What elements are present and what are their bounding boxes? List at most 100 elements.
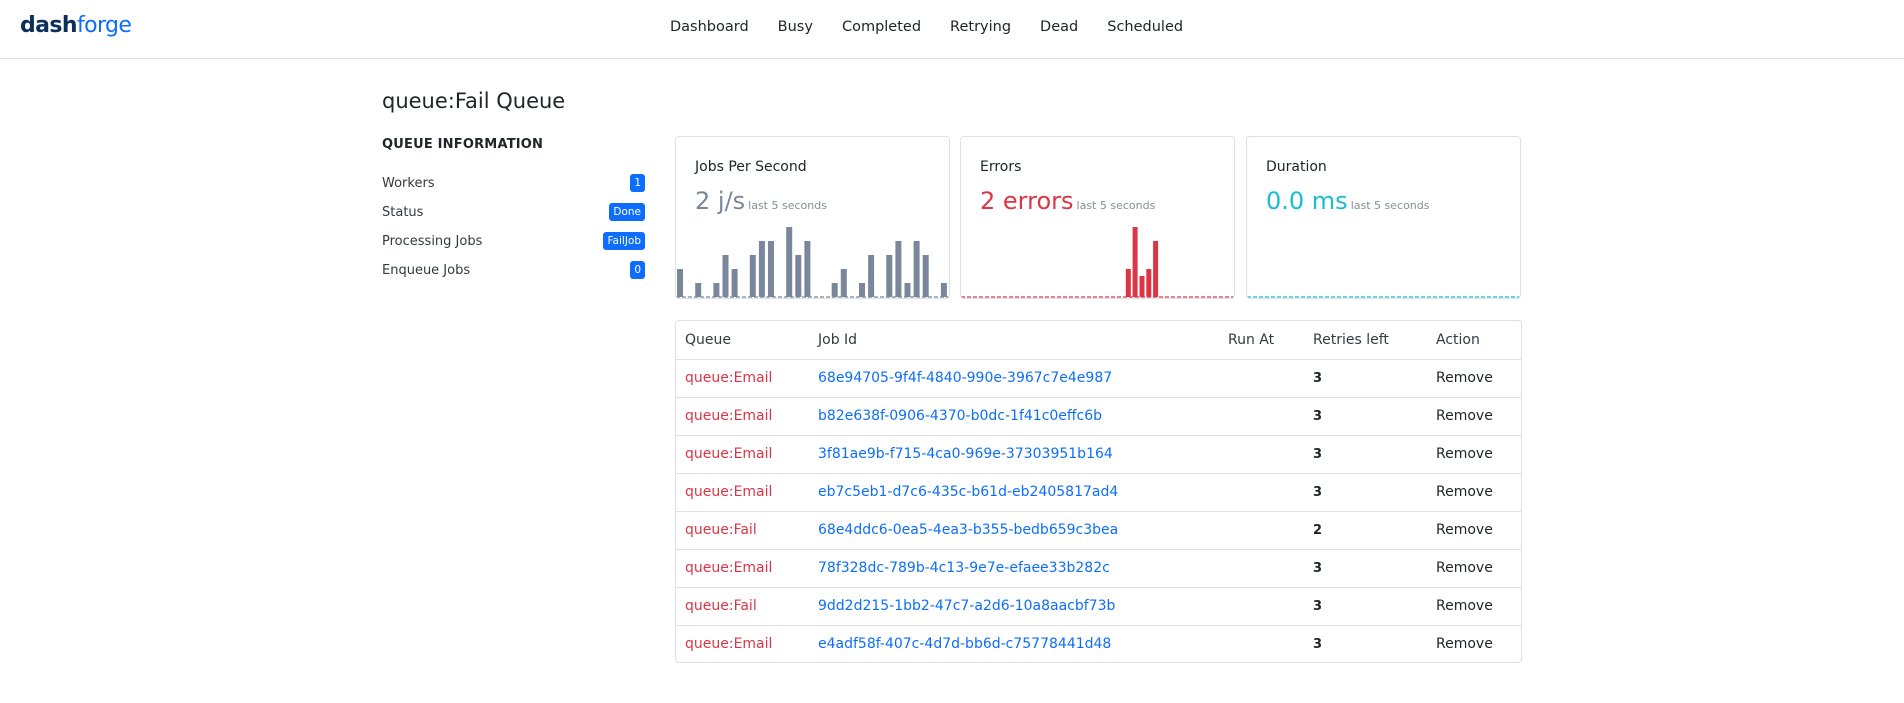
- chart-bar: [1153, 241, 1159, 297]
- job-id-link[interactable]: 9dd2d215-1bb2-47c7-a2d6-10a8aacbf73b: [809, 587, 1219, 626]
- remove-button[interactable]: Remove: [1427, 473, 1521, 512]
- queue-info-label: Workers: [382, 176, 435, 191]
- retries-left-cell: 3: [1304, 549, 1427, 588]
- chart-bar: [786, 227, 793, 297]
- duration-chart: [1247, 296, 1520, 298]
- chart-bar: [831, 283, 838, 297]
- brand-logo[interactable]: dashforge: [20, 13, 132, 38]
- column-header-job-id: Job Id: [809, 321, 1219, 360]
- chart-bar: [758, 241, 765, 297]
- nav-dead[interactable]: Dead: [1040, 18, 1078, 36]
- job-id-link[interactable]: e4adf58f-407c-4d7d-bb6d-c75778441d48: [809, 625, 1219, 662]
- card-value: 2 errors last 5 seconds: [980, 187, 1155, 215]
- brand-logo-part1: dash: [20, 13, 78, 38]
- run-at-cell: [1219, 549, 1304, 588]
- queue-link[interactable]: queue:Fail: [676, 511, 809, 550]
- queue-link[interactable]: queue:Email: [676, 473, 809, 512]
- card-value: 2 j/s last 5 seconds: [695, 187, 827, 215]
- chart-bar: [1146, 269, 1152, 297]
- chart-bar: [695, 283, 702, 297]
- column-header-run-at: Run At: [1219, 321, 1304, 360]
- workers-badge: 1: [630, 174, 645, 192]
- remove-button[interactable]: Remove: [1427, 397, 1521, 436]
- chart-bar: [840, 269, 847, 297]
- card-subtitle: last 5 seconds: [1350, 199, 1430, 212]
- queue-link[interactable]: queue:Email: [676, 359, 809, 398]
- nav-busy[interactable]: Busy: [778, 18, 813, 36]
- queue-link[interactable]: queue:Email: [676, 625, 809, 662]
- nav-scheduled[interactable]: Scheduled: [1107, 18, 1183, 36]
- queue-link[interactable]: queue:Email: [676, 435, 809, 474]
- remove-button[interactable]: Remove: [1427, 511, 1521, 550]
- table-header-row: Queue Job Id Run At Retries left Action: [676, 321, 1521, 360]
- queue-info-row-processing: Processing Jobs FailJob: [382, 232, 645, 252]
- job-id-link[interactable]: b82e638f-0906-4370-b0dc-1f41c0effc6b: [809, 397, 1219, 436]
- table-row: queue:Fail 68e4ddc6-0ea5-4ea3-b355-bedb65…: [676, 511, 1521, 550]
- table-row: queue:Email 78f328dc-789b-4c13-9e7e-efaee…: [676, 549, 1521, 588]
- run-at-cell: [1219, 359, 1304, 398]
- job-id-link[interactable]: 3f81ae9b-f715-4ca0-969e-37303951b164: [809, 435, 1219, 474]
- chart-bar: [895, 241, 902, 297]
- run-at-cell: [1219, 397, 1304, 436]
- run-at-cell: [1219, 625, 1304, 662]
- queue-info-label: Processing Jobs: [382, 234, 483, 249]
- chart-bar: [804, 241, 811, 297]
- table-row: queue:Email 68e94705-9f4f-4840-990e-3967c…: [676, 359, 1521, 398]
- job-id-link[interactable]: 68e4ddc6-0ea5-4ea3-b355-bedb659c3bea: [809, 511, 1219, 550]
- nav-dashboard[interactable]: Dashboard: [670, 18, 749, 36]
- queue-link[interactable]: queue:Fail: [676, 587, 809, 626]
- run-at-cell: [1219, 587, 1304, 626]
- chart-bar: [731, 269, 738, 297]
- retries-left-cell: 3: [1304, 435, 1427, 474]
- job-id-link[interactable]: 68e94705-9f4f-4840-990e-3967c7e4e987: [809, 359, 1219, 398]
- retries-left-cell: 3: [1313, 636, 1323, 652]
- remove-button[interactable]: Remove: [1427, 587, 1521, 626]
- queue-info-row-status: Status Done: [382, 203, 645, 223]
- nav-retrying[interactable]: Retrying: [950, 18, 1011, 36]
- page-title: queue:Fail Queue: [382, 89, 566, 113]
- table-row: queue:Email b82e638f-0906-4370-b0dc-1f41c…: [676, 397, 1521, 436]
- table-row: queue:Fail 9dd2d215-1bb2-47c7-a2d6-10a8aa…: [676, 587, 1521, 626]
- brand-logo-part2: forge: [76, 13, 132, 38]
- queue-link[interactable]: queue:Email: [676, 549, 809, 588]
- chart-bar: [677, 269, 683, 297]
- errors-card: Errors 2 errors last 5 seconds: [960, 136, 1235, 299]
- jobs-table-container: Queue Job Id Run At Retries left Action …: [675, 320, 1522, 663]
- chart-bar: [1125, 269, 1131, 297]
- chart-bar: [1132, 227, 1138, 297]
- remove-button[interactable]: Remove: [1427, 549, 1521, 588]
- card-title: Duration: [1266, 159, 1327, 175]
- retries-left-cell: 2: [1304, 511, 1427, 550]
- jobs-table: Queue Job Id Run At Retries left Action …: [676, 321, 1521, 662]
- chart-bar: [922, 255, 929, 297]
- chart-bar: [868, 255, 875, 297]
- duration-value: 0.0 ms: [1266, 187, 1348, 215]
- status-badge: Done: [609, 203, 645, 221]
- job-id-link[interactable]: 78f328dc-789b-4c13-9e7e-efaee33b282c: [809, 549, 1219, 588]
- chart-bar: [749, 255, 756, 297]
- nav-completed[interactable]: Completed: [842, 18, 921, 36]
- remove-button[interactable]: Remove: [1427, 435, 1521, 474]
- remove-button[interactable]: Remove: [1427, 625, 1521, 662]
- errors-value: 2 errors: [980, 187, 1074, 215]
- queue-info-heading: QUEUE INFORMATION: [382, 137, 544, 152]
- jobs-table-body: queue:Email 68e94705-9f4f-4840-990e-3967c…: [676, 359, 1521, 662]
- queue-info-label: Status: [382, 205, 424, 220]
- card-subtitle: last 5 seconds: [748, 199, 827, 212]
- chart-bar: [913, 241, 920, 297]
- table-row: queue:Email e4adf58f-407c-4d7d-bb6d-c7577…: [676, 625, 1521, 662]
- chart-bar: [1139, 276, 1145, 297]
- chart-bar: [886, 255, 893, 297]
- run-at-cell: [1219, 435, 1304, 474]
- jobs-per-second-value: 2 j/s: [695, 187, 746, 215]
- errors-chart: [961, 227, 1234, 298]
- card-subtitle: last 5 seconds: [1076, 199, 1156, 212]
- card-title: Jobs Per Second: [695, 159, 807, 175]
- chart-bar: [904, 283, 911, 297]
- chart-bar: [722, 255, 729, 297]
- run-at-cell: [1219, 511, 1304, 550]
- column-header-action: Action: [1427, 321, 1521, 360]
- job-id-link[interactable]: eb7c5eb1-d7c6-435c-b61d-eb2405817ad4: [809, 473, 1219, 512]
- queue-link[interactable]: queue:Email: [676, 397, 809, 436]
- remove-button[interactable]: Remove: [1427, 359, 1521, 398]
